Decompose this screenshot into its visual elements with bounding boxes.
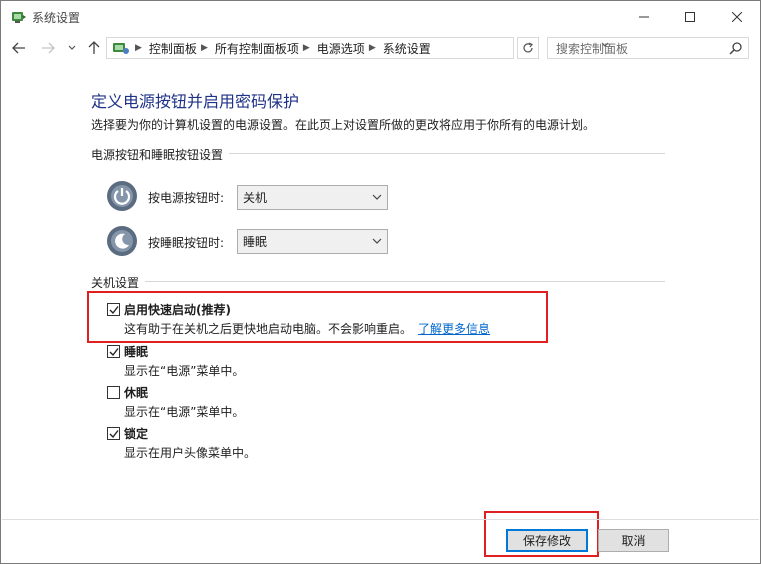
sleep-button-label: 按睡眠按钮时: [148, 236, 225, 250]
close-button[interactable] [714, 1, 760, 32]
sleep-option-description: 显示在“电源”菜单中。 [124, 364, 245, 378]
section-divider [91, 281, 665, 282]
arrow-right-icon [42, 42, 55, 54]
chevron-down-icon [68, 45, 76, 50]
recent-locations-button[interactable] [63, 39, 81, 57]
lock-checkbox[interactable] [107, 427, 120, 440]
save-changes-button[interactable]: 保存修改 [506, 529, 588, 552]
address-bar[interactable]: ▶ 控制面板 ▶ 所有控制面板项 ▶ 电源选项 ▶ 系统设置 [106, 37, 609, 59]
chevron-down-icon [372, 238, 382, 244]
breadcrumb-system-settings[interactable]: 系统设置 [383, 40, 431, 57]
power-button-label: 按电源按钮时: [148, 191, 225, 205]
sleep-option-title[interactable]: 睡眠 [124, 343, 148, 360]
checkmark-icon [109, 348, 119, 357]
breadcrumb-control-panel[interactable]: 控制面板 [149, 40, 197, 57]
power-button-icon [107, 181, 137, 211]
chevron-down-icon [372, 194, 382, 200]
lock-option-title[interactable]: 锁定 [124, 425, 148, 442]
minimize-button[interactable] [621, 1, 667, 32]
hibernate-option-description: 显示在“电源”菜单中。 [124, 405, 245, 419]
page-title: 定义电源按钮并启用密码保护 [91, 92, 300, 111]
power-button-action-select[interactable]: 关机 [237, 185, 388, 210]
minimize-icon [639, 16, 649, 17]
breadcrumb-power-options[interactable]: 电源选项 [317, 40, 365, 57]
hibernate-checkbox[interactable] [107, 386, 120, 399]
close-icon [732, 11, 742, 22]
search-icon[interactable] [729, 41, 743, 55]
maximize-icon [685, 11, 695, 22]
refresh-icon [523, 42, 533, 53]
checkmark-icon [109, 430, 119, 439]
arrow-left-icon [12, 42, 25, 54]
buttons-section-label: 电源按钮和睡眠按钮设置 [91, 146, 230, 163]
breadcrumb-all-items[interactable]: 所有控制面板项 [215, 40, 299, 57]
search-box[interactable] [547, 37, 749, 59]
fast-startup-highlight [87, 291, 548, 343]
control-panel-icon [113, 43, 129, 54]
sleep-button-action-select[interactable]: 睡眠 [237, 229, 388, 254]
sleep-button-icon [107, 226, 137, 256]
breadcrumb-separator-icon[interactable]: ▶ [201, 43, 208, 53]
window-title: 系统设置 [32, 11, 81, 25]
breadcrumb-separator-icon: ▶ [135, 43, 142, 53]
up-button[interactable] [85, 39, 103, 57]
shutdown-section-label: 关机设置 [91, 274, 146, 291]
maximize-button[interactable] [667, 1, 713, 32]
breadcrumb-separator-icon[interactable]: ▶ [369, 43, 376, 53]
cancel-button[interactable]: 取消 [598, 529, 669, 552]
lock-option-description: 显示在用户头像菜单中。 [124, 446, 257, 460]
footer-divider [2, 519, 759, 520]
power-button-action-value: 关机 [243, 191, 268, 205]
back-button[interactable] [10, 39, 28, 57]
arrow-up-icon [88, 41, 100, 54]
sleep-button-action-value: 睡眠 [243, 235, 268, 249]
hibernate-option-title[interactable]: 休眠 [124, 384, 148, 401]
page-description: 选择要为你的计算机设置的电源设置。在此页上对设置所做的更改将应用于你所有的电源计… [91, 118, 596, 132]
navigation-bar: ▶ 控制面板 ▶ 所有控制面板项 ▶ 电源选项 ▶ 系统设置 [1, 33, 760, 63]
sleep-checkbox[interactable] [107, 345, 120, 358]
title-bar[interactable]: 系统设置 [1, 1, 760, 32]
refresh-button[interactable] [517, 37, 539, 59]
search-input[interactable] [556, 41, 726, 56]
breadcrumb-separator-icon[interactable]: ▶ [303, 43, 310, 53]
power-options-icon [12, 12, 26, 23]
system-settings-window: 系统设置 ▶ 控制面板 ▶ 所有控制面板项 ▶ 电源选项 ▶ 系统设置 搜索控制… [0, 0, 761, 564]
forward-button[interactable] [39, 39, 57, 57]
